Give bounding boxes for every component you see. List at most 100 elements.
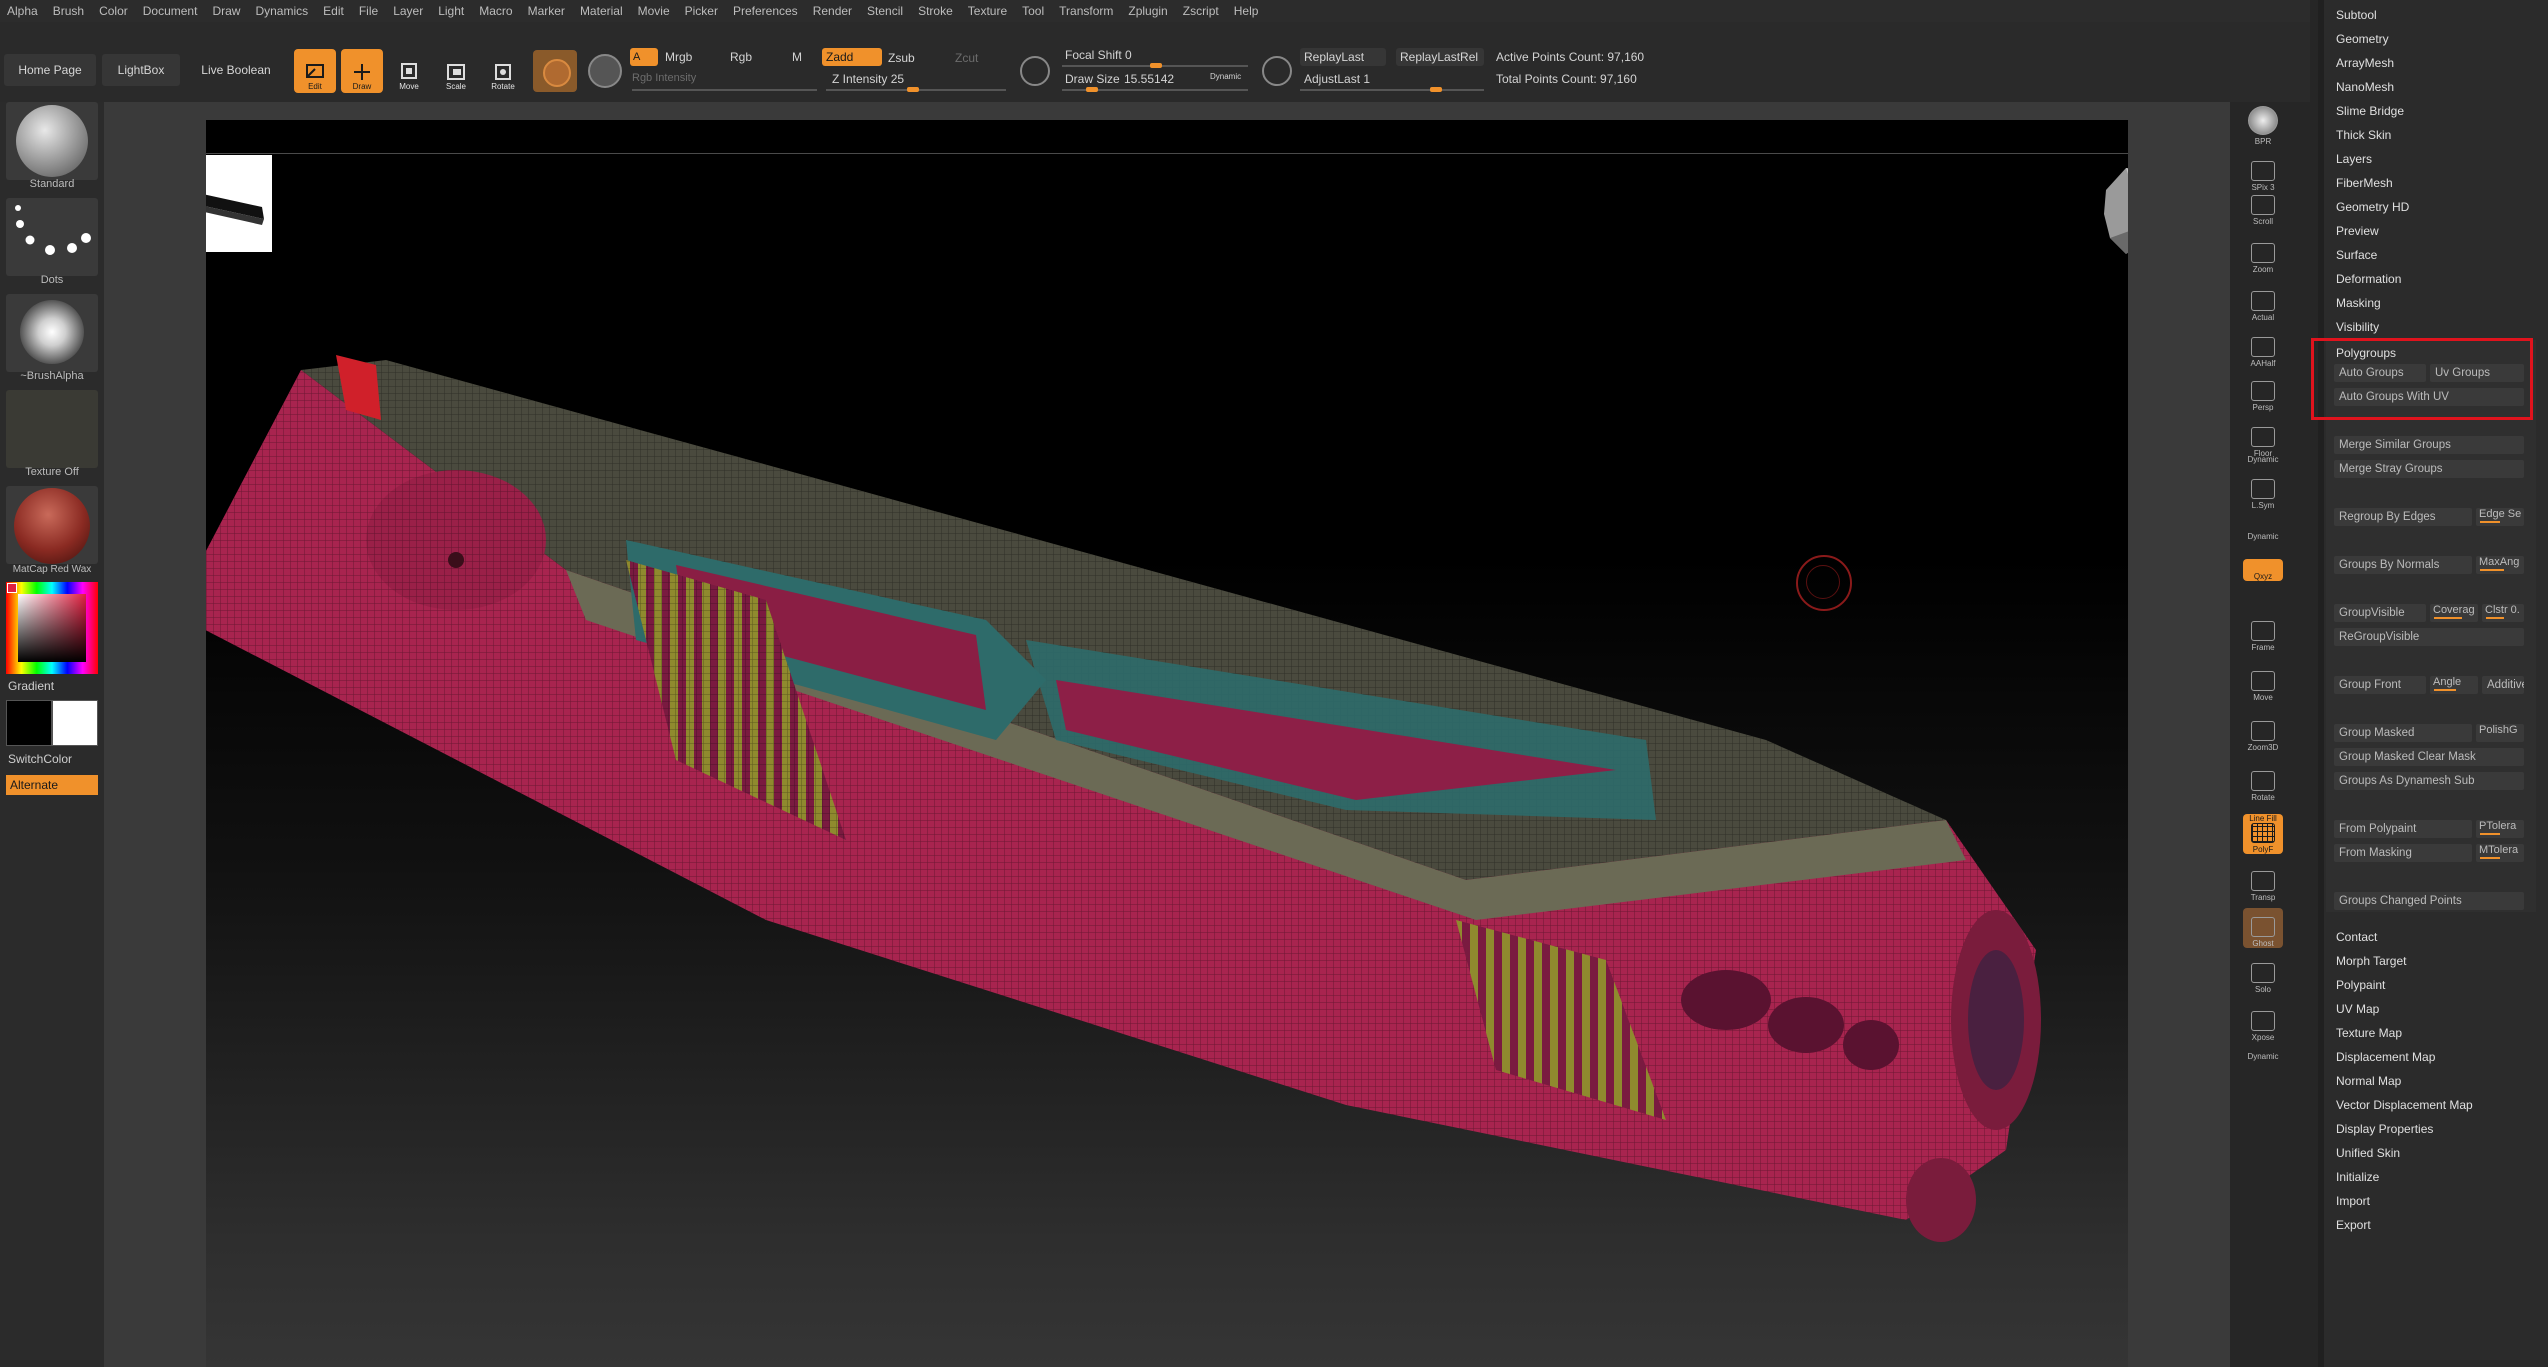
edge-se-slider[interactable]: Edge Se: [2476, 508, 2524, 526]
angle-slider[interactable]: Angle: [2430, 676, 2478, 694]
shelf-scroll-button[interactable]: Scroll: [2243, 186, 2283, 226]
dynamic-toggle[interactable]: Dynamic: [1210, 72, 1241, 81]
primary-color-swatch[interactable]: [6, 700, 52, 746]
regroup-visible-button[interactable]: ReGroupVisible: [2334, 628, 2524, 646]
shelf-lsym-button[interactable]: L.Sym: [2243, 470, 2283, 510]
focal-shift-slider[interactable]: Focal Shift 0: [1065, 48, 1132, 62]
a-toggle[interactable]: A: [630, 48, 658, 66]
palette-nanomesh[interactable]: NanoMesh: [2336, 80, 2394, 94]
menu-draw[interactable]: Draw: [205, 4, 248, 18]
palette-preview[interactable]: Preview: [2336, 224, 2379, 238]
intensity-d-icon[interactable]: [1262, 56, 1292, 86]
from-polypaint-button[interactable]: From Polypaint: [2334, 820, 2472, 838]
stroke-thumbnail[interactable]: [6, 198, 98, 276]
shelf-zoom-button[interactable]: Zoom: [2243, 234, 2283, 274]
material-thumbnail[interactable]: [6, 486, 98, 564]
right-shelf-dynamic-label-1[interactable]: Dynamic: [2242, 455, 2284, 464]
palette-geometry-hd[interactable]: Geometry HD: [2336, 200, 2409, 214]
rgb-intensity-slider[interactable]: Rgb Intensity: [632, 72, 696, 84]
from-masking-button[interactable]: From Masking: [2334, 844, 2472, 862]
live-boolean-button[interactable]: Live Boolean: [186, 54, 286, 86]
move-button[interactable]: Move: [388, 49, 430, 93]
mtolera-slider[interactable]: MTolera: [2476, 844, 2524, 862]
shelf-zoom3d-button[interactable]: Zoom3D: [2243, 712, 2283, 752]
color-marker-icon[interactable]: [7, 583, 17, 593]
shelf-xpose-button[interactable]: Xpose: [2243, 1002, 2283, 1042]
viewport[interactable]: [206, 120, 2128, 1367]
menu-zplugin[interactable]: Zplugin: [1121, 4, 1175, 18]
menu-picker[interactable]: Picker: [678, 4, 726, 18]
color-square[interactable]: [18, 594, 86, 662]
focal-shift-icon[interactable]: [1020, 56, 1050, 86]
group-front-button[interactable]: Group Front: [2334, 676, 2426, 694]
group-visible-button[interactable]: GroupVisible: [2334, 604, 2426, 622]
palette-vector-displacement-map[interactable]: Vector Displacement Map: [2336, 1098, 2473, 1112]
polishg-slider[interactable]: PolishG: [2476, 724, 2524, 742]
menu-transform[interactable]: Transform: [1052, 4, 1121, 18]
palette-visibility[interactable]: Visibility: [2336, 320, 2379, 334]
merge-stray-groups-button[interactable]: Merge Stray Groups: [2334, 460, 2524, 478]
brush-thumbnail[interactable]: [6, 102, 98, 180]
shelf-floor-button[interactable]: Floor: [2243, 418, 2283, 458]
menu-material[interactable]: Material: [573, 4, 631, 18]
replay-last-button[interactable]: ReplayLast: [1300, 48, 1386, 66]
right-shelf-dynamic-label-3[interactable]: Dynamic: [2242, 1052, 2284, 1061]
ptolera-slider[interactable]: PTolera: [2476, 820, 2524, 838]
zcut-toggle[interactable]: Zcut: [955, 51, 978, 65]
menu-zscript[interactable]: Zscript: [1176, 4, 1227, 18]
lightbox-button[interactable]: LightBox: [102, 54, 180, 86]
right-shelf-dynamic-label-2[interactable]: Dynamic: [2242, 532, 2284, 541]
menu-render[interactable]: Render: [806, 4, 860, 18]
palette-thick-skin[interactable]: Thick Skin: [2336, 128, 2391, 142]
palette-displacement-map[interactable]: Displacement Map: [2336, 1050, 2435, 1064]
menu-preferences[interactable]: Preferences: [726, 4, 806, 18]
draw-size-value[interactable]: 15.55142: [1124, 72, 1174, 86]
palette-import[interactable]: Import: [2336, 1194, 2370, 1208]
adjust-last-knob[interactable]: [1430, 87, 1442, 92]
groups-by-normals-button[interactable]: Groups By Normals: [2334, 556, 2472, 574]
material-swatch-button[interactable]: [533, 50, 577, 92]
group-masked-button[interactable]: Group Masked: [2334, 724, 2472, 742]
shelf-frame-button[interactable]: Frame: [2243, 612, 2283, 652]
additive-button[interactable]: Additive: [2482, 676, 2524, 694]
draw-size-knob[interactable]: [1086, 87, 1098, 92]
palette-initialize[interactable]: Initialize: [2336, 1170, 2379, 1184]
switch-color-button[interactable]: SwitchColor: [8, 752, 72, 766]
focal-shift-knob[interactable]: [1150, 63, 1162, 68]
rgb-intensity-track[interactable]: [632, 89, 817, 91]
palette-slime-bridge[interactable]: Slime Bridge: [2336, 104, 2404, 118]
palette-export[interactable]: Export: [2336, 1218, 2371, 1232]
color-picker[interactable]: [6, 582, 98, 674]
coverage-slider[interactable]: Coverag: [2430, 604, 2478, 622]
palette-surface[interactable]: Surface: [2336, 248, 2377, 262]
menu-movie[interactable]: Movie: [631, 4, 678, 18]
menu-stencil[interactable]: Stencil: [860, 4, 911, 18]
palette-fibermesh[interactable]: FiberMesh: [2336, 176, 2393, 190]
merge-similar-groups-button[interactable]: Merge Similar Groups: [2334, 436, 2524, 454]
shelf-transp-button[interactable]: Transp: [2243, 862, 2283, 902]
palette-polypaint[interactable]: Polypaint: [2336, 978, 2385, 992]
z-intensity-knob[interactable]: [907, 87, 919, 92]
m-toggle[interactable]: M: [792, 50, 802, 64]
replay-last-rel-button[interactable]: ReplayLastRel: [1396, 48, 1484, 66]
home-page-button[interactable]: Home Page: [4, 54, 96, 86]
shelf-ghost-button[interactable]: Ghost: [2243, 908, 2283, 948]
zsub-toggle[interactable]: Zsub: [888, 51, 915, 65]
shelf-solo-button[interactable]: Solo: [2243, 954, 2283, 994]
pistol-slide-model[interactable]: [206, 120, 2128, 1367]
menu-marker[interactable]: Marker: [521, 4, 573, 18]
menu-layer[interactable]: Layer: [386, 4, 431, 18]
palette-scrollbar[interactable]: [2318, 0, 2324, 1367]
draw-button[interactable]: Draw: [341, 49, 383, 93]
shelf-aahalf-button[interactable]: AAHalf: [2243, 328, 2283, 368]
shelf-persp-button[interactable]: Persp: [2243, 372, 2283, 412]
gradient-label[interactable]: Gradient: [8, 679, 54, 693]
palette-subtool[interactable]: Subtool: [2336, 8, 2377, 22]
alpha-thumbnail[interactable]: [6, 294, 98, 372]
maxang-slider[interactable]: MaxAng: [2476, 556, 2524, 574]
rotate-button[interactable]: Rotate: [482, 49, 524, 93]
shelf-bpr-button[interactable]: BPR: [2243, 106, 2283, 146]
sym-spiral-icon[interactable]: [588, 54, 622, 88]
menu-light[interactable]: Light: [431, 4, 472, 18]
palette-deformation[interactable]: Deformation: [2336, 272, 2401, 286]
